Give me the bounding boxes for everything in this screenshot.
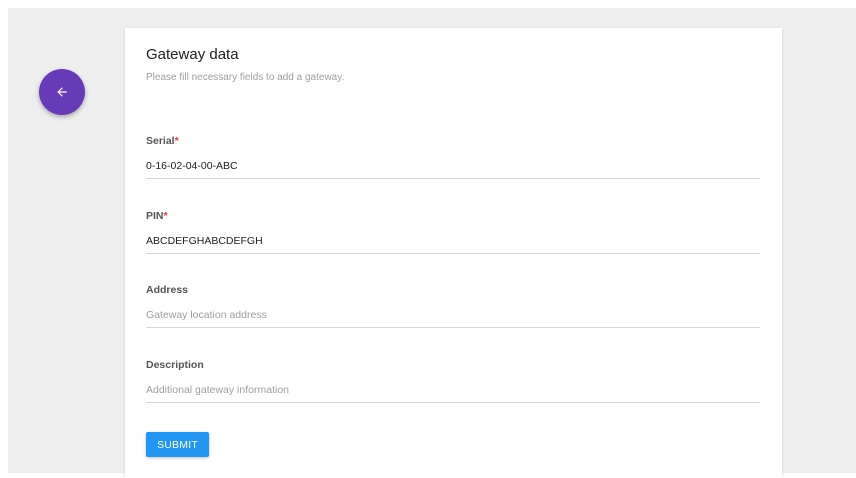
arrow-left-icon [57, 87, 67, 97]
address-input[interactable] [146, 309, 760, 328]
pin-input[interactable] [146, 235, 760, 254]
page-background: Gateway data Please fill necessary field… [8, 8, 856, 478]
address-field: Address [146, 284, 760, 328]
required-marker: * [163, 210, 168, 222]
serial-input[interactable] [146, 160, 760, 179]
pin-field: PIN* [146, 210, 760, 254]
card-subtitle: Please fill necessary fields to add a ga… [146, 72, 345, 83]
address-label: Address [146, 284, 189, 296]
submit-button[interactable]: SUBMIT [146, 432, 209, 457]
card-title: Gateway data [146, 46, 239, 63]
back-button[interactable] [39, 69, 85, 115]
description-field: Description [146, 359, 760, 403]
pin-label: PIN* [146, 210, 168, 222]
description-label: Description [146, 359, 204, 371]
description-input[interactable] [146, 384, 760, 403]
serial-label: Serial* [146, 135, 179, 147]
gateway-form-card: Gateway data Please fill necessary field… [125, 28, 782, 478]
serial-field: Serial* [146, 135, 760, 179]
required-marker: * [174, 135, 179, 147]
